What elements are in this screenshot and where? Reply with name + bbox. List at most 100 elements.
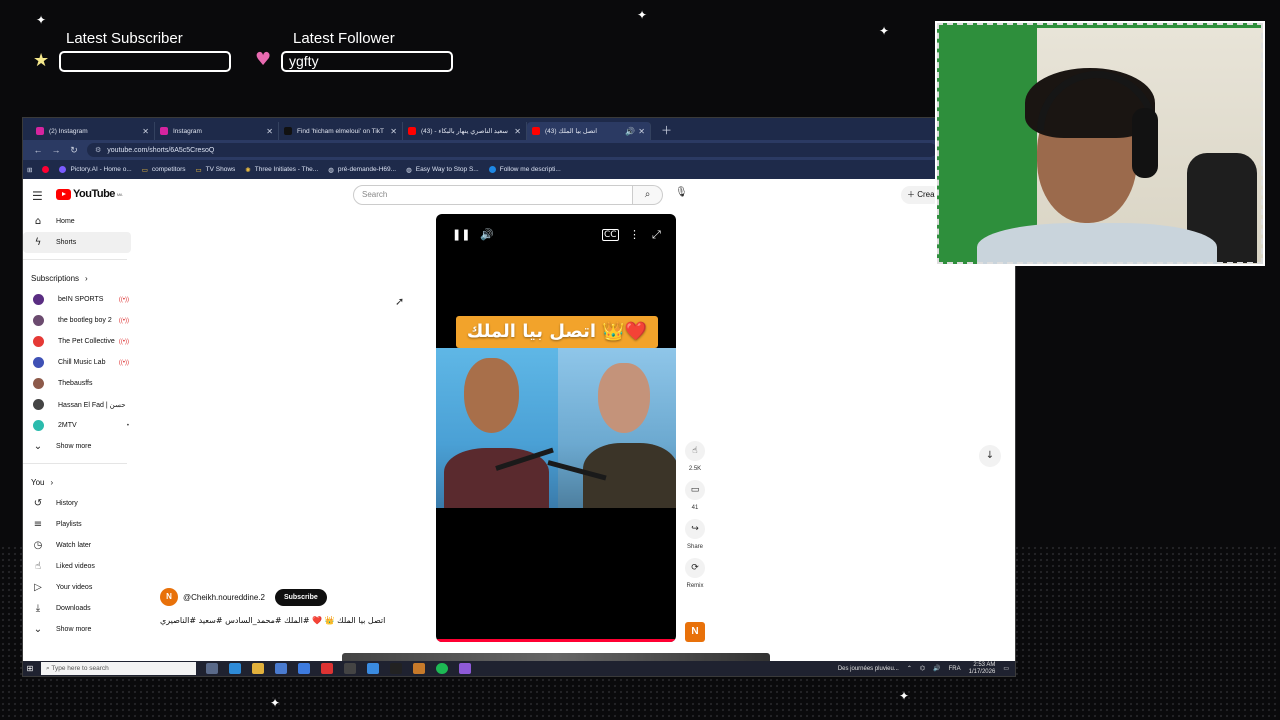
next-video-arrow-icon[interactable]: ↓ bbox=[979, 445, 1001, 467]
apps-grid-icon[interactable]: ⊞ bbox=[27, 166, 32, 174]
notification-icon[interactable]: ▭ bbox=[1003, 665, 1009, 672]
download-icon: ⤓ bbox=[35, 603, 41, 614]
browser-tab[interactable]: Instagram ✕ bbox=[155, 122, 279, 140]
youtube-icon bbox=[42, 166, 50, 173]
shorts-video-player[interactable]: ❚❚ 🔊 CC ⋮ ⤢ اتصل بيا الملك 👑❤️ bbox=[436, 214, 676, 642]
share-button[interactable]: ↪ Share bbox=[685, 519, 705, 550]
site-info-icon[interactable]: ⚙ bbox=[95, 146, 101, 154]
close-icon[interactable]: ✕ bbox=[638, 127, 645, 136]
youtube-logo[interactable]: YouTube MA bbox=[56, 188, 122, 200]
windows-start-icon[interactable]: ⊞ bbox=[23, 664, 37, 673]
sidebar-item-subscription[interactable]: Thebausffs bbox=[23, 373, 133, 394]
sparkle-icon: ✦ bbox=[36, 13, 47, 27]
search-input[interactable]: Search bbox=[353, 185, 633, 205]
file-explorer-icon[interactable] bbox=[252, 663, 264, 674]
subscriptions-heading[interactable]: Subscriptions › bbox=[23, 268, 133, 289]
pause-icon[interactable]: ❚❚ bbox=[452, 228, 470, 241]
comment-button[interactable]: ▭ 41 bbox=[685, 480, 705, 511]
forward-icon[interactable]: → bbox=[47, 145, 65, 155]
edge-icon[interactable] bbox=[229, 663, 241, 674]
bookmark-item[interactable]: Pictory.AI - Home o... bbox=[59, 166, 132, 173]
sidebar-item-liked-videos[interactable]: ☝ Liked videos bbox=[23, 556, 133, 577]
weather-widget[interactable]: Des journées pluvieu... bbox=[838, 666, 899, 672]
you-heading[interactable]: You › bbox=[23, 472, 133, 493]
clock[interactable]: 2:53 AM 1/17/2026 bbox=[969, 662, 996, 676]
sidebar-item-subscription[interactable]: the bootleg boy 2 ((•)) bbox=[23, 310, 133, 331]
spotify-icon[interactable] bbox=[436, 663, 448, 674]
fullscreen-icon[interactable]: ⤢ bbox=[652, 228, 661, 242]
obs-icon[interactable] bbox=[344, 663, 356, 674]
sidebar-item-watch-later[interactable]: ◷ Watch later bbox=[23, 535, 133, 556]
url-field[interactable]: ⚙ youtube.com/shorts/6A5c5CresoQ bbox=[87, 143, 937, 157]
app-icon[interactable] bbox=[298, 663, 310, 674]
task-view-icon[interactable] bbox=[206, 663, 218, 674]
captions-icon[interactable]: CC bbox=[602, 229, 619, 241]
search-icon[interactable]: ⌕ bbox=[633, 185, 663, 205]
browser-tab[interactable]: (2) Instagram ✕ bbox=[31, 122, 155, 140]
browser-tab-active[interactable]: اتصل بيا الملك (43) 🔊 ✕ bbox=[527, 122, 651, 140]
heart-icon: ♥ bbox=[255, 49, 272, 70]
tiktok-icon[interactable] bbox=[390, 663, 402, 674]
comment-icon[interactable]: ▭ bbox=[685, 480, 705, 500]
show-more-button[interactable]: ⌄ Show more bbox=[23, 436, 133, 457]
bookmark-item[interactable]: ✺ Three Initiates - The... bbox=[245, 166, 318, 174]
app-icon[interactable] bbox=[459, 663, 471, 674]
sidebar-item-subscription[interactable]: 2MTV • bbox=[23, 415, 133, 436]
bookmark-item[interactable]: ◍ pré-demande-H69... bbox=[328, 166, 396, 174]
reload-icon[interactable]: ↻ bbox=[65, 145, 83, 156]
network-icon[interactable]: ⌬ bbox=[920, 665, 925, 672]
volume-icon[interactable]: 🔊 bbox=[480, 228, 494, 241]
share-icon[interactable]: ↪ bbox=[685, 519, 705, 539]
subscribe-button[interactable]: Subscribe bbox=[274, 588, 327, 606]
close-icon[interactable]: ✕ bbox=[266, 127, 273, 136]
channel-name[interactable]: @Cheikh.noureddine.2 bbox=[183, 593, 265, 602]
like-icon[interactable]: ☝ bbox=[685, 441, 705, 461]
latest-subscriber-label: Latest Subscriber bbox=[66, 30, 183, 47]
close-icon[interactable]: ✕ bbox=[142, 127, 149, 136]
bookmark-item[interactable]: Follow me descripti... bbox=[488, 166, 561, 173]
sidebar-item-subscription[interactable]: Hassan El Fad | حسن bbox=[23, 394, 133, 415]
browser-tab[interactable]: سعيد الناصري ينهار بالبكاء - (43) ✕ bbox=[403, 122, 527, 140]
like-button[interactable]: ☝ 2.5K bbox=[685, 441, 705, 472]
volume-icon[interactable]: 🔊 bbox=[933, 665, 940, 672]
new-tab-icon[interactable]: ＋ bbox=[661, 122, 672, 140]
speaker-icon[interactable]: 🔊 bbox=[625, 127, 635, 136]
store-icon[interactable] bbox=[275, 663, 287, 674]
taskbar-search-input[interactable]: ⌕ Type here to search bbox=[41, 662, 196, 675]
sidebar-item-playlists[interactable]: ≡ Playlists bbox=[23, 514, 133, 535]
bookmark-item[interactable]: ▭ TV Shows bbox=[196, 166, 236, 174]
channel-avatar[interactable]: N bbox=[685, 622, 705, 642]
tray-chevron-icon[interactable]: ⌃ bbox=[907, 665, 912, 672]
sidebar-item-home[interactable]: ⌂ Home bbox=[23, 211, 133, 232]
chrome-icon[interactable] bbox=[321, 663, 333, 674]
app-icon[interactable] bbox=[413, 663, 425, 674]
sidebar-item-subscription[interactable]: Chill Music Lab ((•)) bbox=[23, 352, 133, 373]
sidebar-item-subscription[interactable]: beIN SPORTS ((•)) bbox=[23, 289, 133, 310]
close-icon[interactable]: ✕ bbox=[514, 127, 521, 136]
back-icon[interactable]: ← bbox=[29, 145, 47, 155]
browser-tab[interactable]: Find 'hicham elmeloui' on TikT ✕ bbox=[279, 122, 403, 140]
video-progress-bar[interactable] bbox=[436, 639, 676, 642]
sidebar-item-history[interactable]: ↺ History bbox=[23, 493, 133, 514]
bookmark-item[interactable]: ▭ competitors bbox=[142, 166, 186, 174]
microphone-icon[interactable]: 🎙 bbox=[675, 187, 688, 198]
sidebar-item-shorts[interactable]: ϟ Shorts bbox=[23, 232, 131, 253]
tab-title: (2) Instagram bbox=[49, 127, 88, 135]
close-icon[interactable]: ✕ bbox=[390, 127, 397, 136]
channel-avatar[interactable]: N bbox=[160, 588, 178, 606]
app-icon[interactable] bbox=[367, 663, 379, 674]
menu-icon[interactable]: ☰ bbox=[32, 189, 43, 203]
sidebar-item-your-videos[interactable]: ▷ Your videos bbox=[23, 577, 133, 598]
sidebar-item-subscription[interactable]: The Pet Collective ((•)) bbox=[23, 331, 133, 352]
remix-icon[interactable]: ⟳ bbox=[685, 558, 705, 578]
sidebar-item-label: History bbox=[56, 500, 78, 507]
sidebar-item-downloads[interactable]: ⤓ Downloads bbox=[23, 598, 133, 619]
remix-button[interactable]: ⟳ Remix bbox=[685, 558, 705, 589]
language-indicator[interactable]: FRA bbox=[949, 666, 961, 672]
bookmark-item[interactable] bbox=[42, 166, 50, 173]
more-options-icon[interactable]: ⋮ bbox=[629, 228, 640, 241]
show-more-button[interactable]: ⌄ Show more bbox=[23, 619, 133, 640]
pictory-icon bbox=[59, 166, 67, 173]
sidebar-item-label: Show more bbox=[56, 626, 92, 633]
bookmark-item[interactable]: ◍ Easy Way to Stop S... bbox=[406, 166, 479, 174]
